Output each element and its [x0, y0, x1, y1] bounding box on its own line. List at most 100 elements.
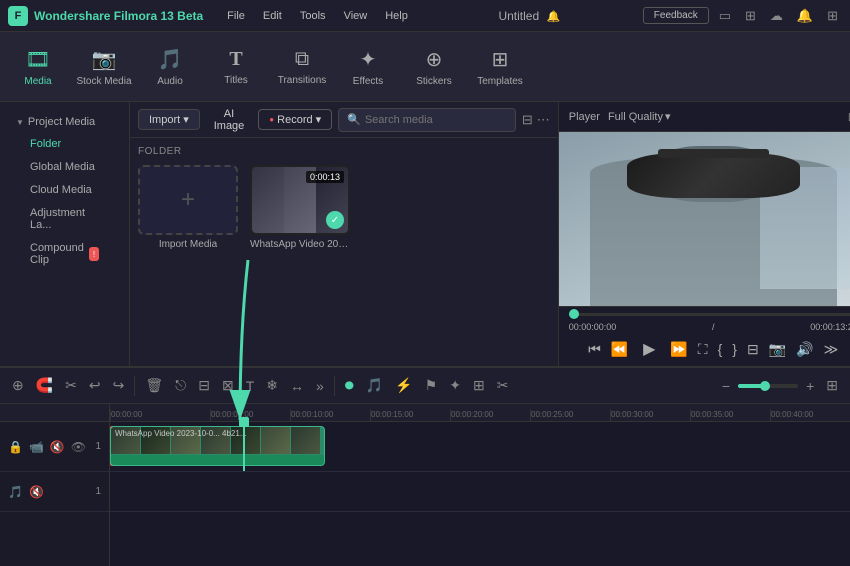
tl-cut-icon[interactable]: ✂ — [493, 374, 513, 397]
skip-back-icon[interactable]: ⏮ — [586, 339, 603, 360]
cloud-icon[interactable]: ☁ — [766, 6, 787, 26]
settings-icon[interactable]: ⊟ — [745, 339, 761, 360]
clip-info-label: WhatsApp Video 2023-10-0... 4b21... — [115, 429, 247, 438]
playhead[interactable] — [243, 422, 245, 471]
text-icon[interactable]: T — [242, 375, 259, 397]
sidebar-item-cloud-media[interactable]: Cloud Media — [14, 179, 115, 201]
playback-controls: ⏮ ⏪ ▶ ⏩ ⛶ { } ⊟ 📷 🔊 ≫ — [569, 336, 850, 362]
video-check-icon: ✓ — [326, 211, 344, 229]
sidebar-item-global-media[interactable]: Global Media — [14, 156, 115, 178]
quality-label: Full Quality — [608, 111, 663, 123]
toolbar-titles[interactable]: T Titles — [204, 37, 268, 97]
tl-speed-icon[interactable]: ⚡ — [391, 374, 416, 397]
magnet-icon[interactable]: 🧲 — [32, 374, 57, 397]
lock-icon[interactable]: 🔒 — [8, 440, 23, 454]
play-button[interactable]: ▶ — [636, 336, 662, 362]
menu-help[interactable]: Help — [377, 7, 416, 25]
video-frame-1 — [252, 167, 284, 233]
video-track-icon[interactable]: 📹 — [29, 440, 44, 454]
ruler-mark-7: 00:00:35:00 — [690, 409, 770, 421]
more-tl-icon[interactable]: » — [312, 375, 328, 397]
toolbar-templates[interactable]: ⊞ Templates — [468, 37, 532, 97]
toolbar-stickers[interactable]: ⊕ Stickers — [402, 37, 466, 97]
freeze-icon[interactable]: ❄ — [262, 374, 282, 397]
import-button[interactable]: Import ▾ — [138, 109, 200, 130]
tl-audio-icon[interactable]: 🎵 — [362, 374, 387, 397]
frame-back-icon[interactable]: ⏪ — [609, 339, 630, 360]
snapshot-icon[interactable]: 📷 — [767, 339, 788, 360]
zoom-out-icon[interactable]: − — [718, 375, 734, 397]
timeline-record-icon[interactable]: ⏺ — [341, 372, 358, 399]
filter-icon[interactable]: ⊟ — [522, 112, 533, 128]
record-dropdown-icon: ▾ — [316, 113, 322, 126]
zoom-in-icon[interactable]: + — [802, 375, 818, 397]
sidebar-adjustment-label: Adjustment La... — [30, 207, 85, 231]
scissors-icon[interactable]: ✂ — [61, 374, 81, 397]
stickers-icon: ⊕ — [426, 47, 443, 72]
video-clip[interactable]: WhatsApp Video 2023-10-0... 4b21... — [110, 426, 325, 466]
toolbar-media-label: Media — [24, 76, 51, 87]
crop-icon[interactable]: ⊟ — [194, 374, 214, 397]
search-box: 🔍 — [338, 108, 516, 132]
menu-edit[interactable]: Edit — [255, 7, 290, 25]
undo-icon[interactable]: ↩ — [85, 374, 105, 397]
volume-icon[interactable]: 🔊 — [794, 339, 815, 360]
track-number-1: 1 — [95, 441, 101, 452]
sidebar-item-compound-clip[interactable]: Compound Clip ! — [14, 237, 115, 271]
time-slider[interactable] — [569, 313, 850, 316]
audio-lock-icon[interactable]: 🎵 — [8, 485, 23, 499]
eye-icon[interactable]: 👁 — [71, 440, 86, 454]
toolbar-effects[interactable]: ✦ Effects — [336, 37, 400, 97]
tl-layout-icon[interactable]: ⊞ — [822, 374, 842, 397]
audio-mute-icon[interactable]: 🔇 — [29, 485, 44, 499]
sidebar-item-folder[interactable]: Folder — [14, 133, 115, 155]
toolbar-transitions[interactable]: ⧉ Transitions — [270, 37, 334, 97]
grid-icon[interactable]: ⊞ — [823, 6, 842, 26]
video-track-row: WhatsApp Video 2023-10-0... 4b21... — [110, 422, 850, 472]
search-input[interactable] — [365, 114, 507, 126]
zoom-slider[interactable] — [738, 384, 798, 388]
split-icon[interactable]: ⊠ — [218, 374, 238, 397]
layout-icon[interactable]: ⊞ — [741, 6, 760, 26]
main-toolbar: 🎞 Media 📷 Stock Media 🎵 Audio T Titles ⧉… — [0, 32, 850, 102]
tl-ai-icon[interactable]: ✦ — [445, 374, 465, 397]
import-media-item[interactable]: + Import Media — [138, 165, 238, 250]
notification-icon[interactable]: 🔔 — [793, 6, 817, 26]
sidebar-project-media-header[interactable]: ▼ Project Media — [10, 112, 119, 132]
record-button[interactable]: ● Record ▾ — [258, 109, 332, 130]
video-thumb[interactable]: 0:00:13 ✓ — [250, 165, 350, 235]
mute-icon[interactable]: 🔇 — [50, 440, 65, 454]
mark-in-icon[interactable]: { — [716, 339, 725, 359]
clip-bottom-bar — [111, 455, 324, 465]
vr-scene — [559, 132, 850, 306]
more-options-icon[interactable]: ⋯ — [537, 112, 550, 128]
feedback-button[interactable]: Feedback — [643, 7, 709, 24]
video-media-item[interactable]: 0:00:13 ✓ WhatsApp Video 2023-10-05-... — [250, 165, 350, 250]
menu-tools[interactable]: Tools — [292, 7, 334, 25]
toolbar-media[interactable]: 🎞 Media — [6, 37, 70, 97]
toolbar-audio[interactable]: 🎵 Audio — [138, 37, 202, 97]
ai-image-button[interactable]: AI Image — [206, 105, 253, 135]
tl-keyframe-icon[interactable]: ⊞ — [469, 374, 489, 397]
delete-icon[interactable]: 🗑 — [141, 374, 167, 397]
fullscreen-icon[interactable]: ⛶ — [696, 339, 710, 360]
menu-file[interactable]: File — [219, 7, 253, 25]
more-player-icon[interactable]: ≫ — [822, 339, 841, 360]
sidebar-item-adjustment-layer[interactable]: Adjustment La... — [14, 202, 115, 236]
toolbar-stock-media[interactable]: 📷 Stock Media — [72, 37, 136, 97]
add-track-icon[interactable]: ⊕ — [8, 374, 28, 397]
import-thumb[interactable]: + — [138, 165, 238, 235]
mark-out-icon[interactable]: } — [730, 339, 739, 359]
ruler-mark-3: 00:00:15:00 — [370, 409, 450, 421]
monitor-icon[interactable]: ▭ — [715, 6, 735, 26]
reverse-icon[interactable]: ↔ — [286, 375, 308, 397]
zoom-area: − + — [718, 375, 818, 397]
frame-forward-icon[interactable]: ⏩ — [668, 339, 689, 360]
detach-icon[interactable]: ⎋ — [171, 374, 190, 397]
tl-marker-icon[interactable]: ⚑ — [421, 374, 442, 397]
toolbar-divider-1 — [134, 376, 135, 396]
menu-view[interactable]: View — [336, 7, 376, 25]
quality-selector[interactable]: Full Quality ▾ — [608, 110, 671, 123]
redo-icon[interactable]: ↪ — [109, 374, 129, 397]
ruler-mark-4: 00:00:20:00 — [450, 409, 530, 421]
